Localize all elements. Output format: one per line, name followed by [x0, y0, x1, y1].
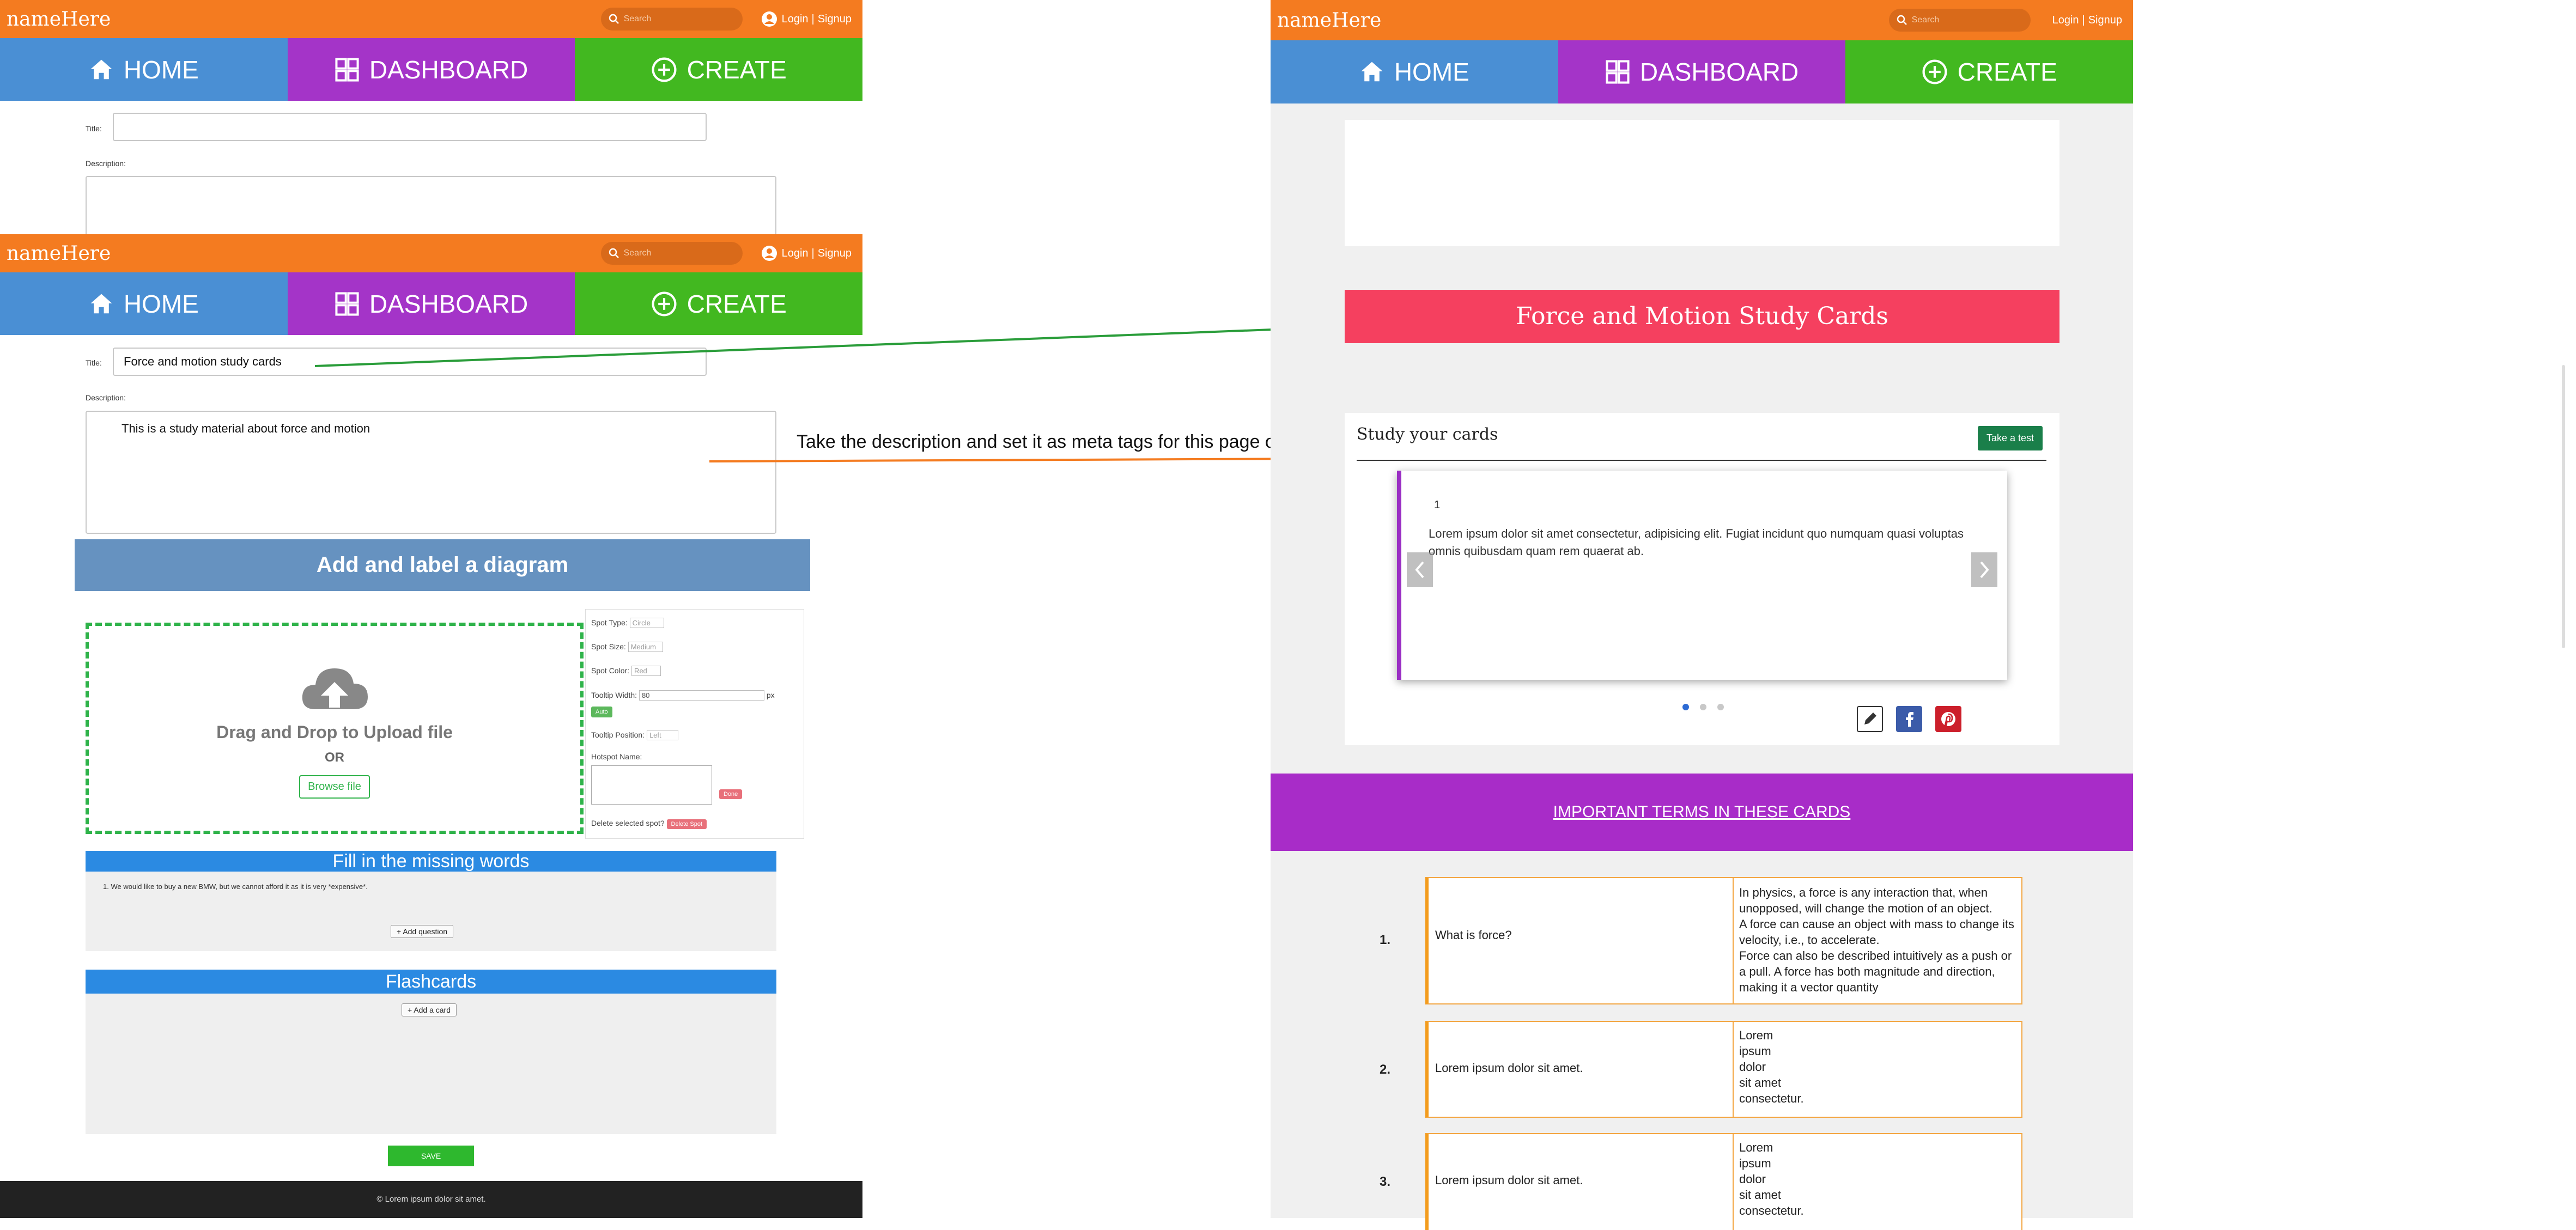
home-icon: [1361, 62, 1383, 82]
auth-separator: |: [2082, 14, 2085, 26]
nav-create[interactable]: CREATE: [1845, 40, 2134, 103]
term-row: 2. Lorem ipsum dolor sit amet. Lorem ips…: [1380, 1021, 2022, 1118]
definition-line: dolor: [1739, 1172, 1766, 1186]
heading-divider: [1357, 460, 2046, 461]
pinterest-share-button[interactable]: [1935, 706, 1961, 732]
definition-line: velocity, i.e., to accelerate.: [1739, 933, 1880, 947]
term-definition: In physics, a force is any interaction t…: [1734, 878, 2021, 1003]
page-title: Force and Motion Study Cards: [1516, 302, 1888, 330]
page-title-banner: Force and Motion Study Cards: [1345, 290, 2059, 343]
term-definition: Lorem ipsum dolor sit amet consectetur.: [1734, 1134, 2021, 1230]
dashboard-icon: [1606, 60, 1630, 84]
definition-line: A force can cause an object with mass to…: [1739, 917, 2015, 931]
term-number: 1.: [1380, 933, 1391, 947]
term-number: 2.: [1380, 1062, 1391, 1077]
search-input[interactable]: Search: [1888, 9, 2031, 32]
definition-line: ipsum: [1739, 1156, 1771, 1170]
definition-line: Force can also be described intuitively …: [1739, 949, 2012, 963]
definition-line: ipsum: [1739, 1044, 1771, 1058]
pencil-icon: [1864, 713, 1876, 724]
study-heading: Study your cards: [1357, 425, 1498, 444]
definition-line: unopposed, will change the motion of an …: [1739, 902, 1992, 915]
login-link[interactable]: Login: [2052, 14, 2079, 27]
carousel-prev-button[interactable]: [1407, 552, 1433, 587]
term-row: 1. What is force? In physics, a force is…: [1380, 877, 2022, 1004]
facebook-icon: [1906, 712, 1913, 727]
flashcard-slide: 1 Lorem ipsum dolor sit amet consectetur…: [1397, 471, 2007, 680]
nav-create-label: CREATE: [1957, 58, 2057, 86]
carousel-dot[interactable]: [1717, 704, 1724, 710]
study-cards-panel: Study your cards Take a test 1 Lorem ips…: [1345, 413, 2059, 745]
definition-line: In physics, a force is any interaction t…: [1739, 886, 1988, 899]
terms-banner: IMPORTANT TERMS IN THESE CARDS: [1271, 774, 2133, 851]
chevron-right-icon: [1980, 561, 1989, 579]
take-test-button[interactable]: Take a test: [1978, 426, 2043, 450]
definition-line: dolor: [1739, 1060, 1766, 1074]
definition-line: sit amet: [1739, 1188, 1782, 1202]
term-question: Lorem ipsum dolor sit amet.: [1429, 1022, 1734, 1117]
top-navbar: nameHere Search Login | Signup: [1271, 0, 2133, 40]
carousel-dot-active[interactable]: [1682, 704, 1689, 710]
definition-line: making it a vector quantity: [1739, 981, 1879, 994]
search-placeholder: Search: [1911, 15, 1940, 25]
hero-banner-placeholder: [1345, 120, 2059, 246]
facebook-share-button[interactable]: [1896, 706, 1922, 732]
search-icon: [1897, 15, 1907, 25]
carousel-next-button[interactable]: [1971, 552, 1997, 587]
carousel-dot[interactable]: [1700, 704, 1706, 710]
definition-line: a pull. A force has both magnitude and d…: [1739, 965, 1995, 978]
plus-circle-icon: [1922, 59, 1947, 84]
terms-heading-link[interactable]: IMPORTANT TERMS IN THESE CARDS: [1553, 803, 1851, 821]
nav-home[interactable]: HOME: [1271, 40, 1558, 103]
term-number: 3.: [1380, 1174, 1391, 1189]
main-nav: HOME DASHBOARD CREATE: [1271, 40, 2134, 103]
term-question: Lorem ipsum dolor sit amet.: [1429, 1134, 1734, 1230]
edit-button[interactable]: [1857, 706, 1883, 732]
definition-line: sit amet: [1739, 1076, 1782, 1089]
card-number: 1: [1434, 499, 1441, 511]
definition-line: consectetur.: [1739, 1092, 1804, 1105]
signup-link[interactable]: Signup: [2088, 14, 2122, 27]
definition-line: Lorem: [1739, 1028, 1773, 1042]
auth-links: Login | Signup: [2052, 14, 2122, 27]
definition-line: consectetur.: [1739, 1204, 1804, 1217]
pinterest-icon: [1941, 712, 1955, 727]
chevron-left-icon: [1415, 561, 1424, 579]
term-question: What is force?: [1429, 878, 1734, 1003]
nav-home-label: HOME: [1394, 58, 1469, 86]
nav-dashboard-label: DASHBOARD: [1639, 58, 1799, 86]
scrollbar-thumb[interactable]: [2562, 365, 2565, 648]
term-row: 3. Lorem ipsum dolor sit amet. Lorem ips…: [1380, 1133, 2022, 1230]
carousel-indicators: [1682, 704, 1724, 710]
nav-dashboard[interactable]: DASHBOARD: [1558, 40, 1846, 103]
definition-line: Lorem: [1739, 1141, 1773, 1154]
description-connector-line: [709, 458, 1318, 462]
brand-logo[interactable]: nameHere: [1277, 9, 1381, 32]
card-text: Lorem ipsum dolor sit amet consectetur, …: [1429, 527, 1964, 558]
term-definition: Lorem ipsum dolor sit amet consectetur.: [1734, 1022, 2021, 1117]
preview-window: nameHere Search Login | Signup HOME DASH…: [1271, 0, 2134, 1230]
